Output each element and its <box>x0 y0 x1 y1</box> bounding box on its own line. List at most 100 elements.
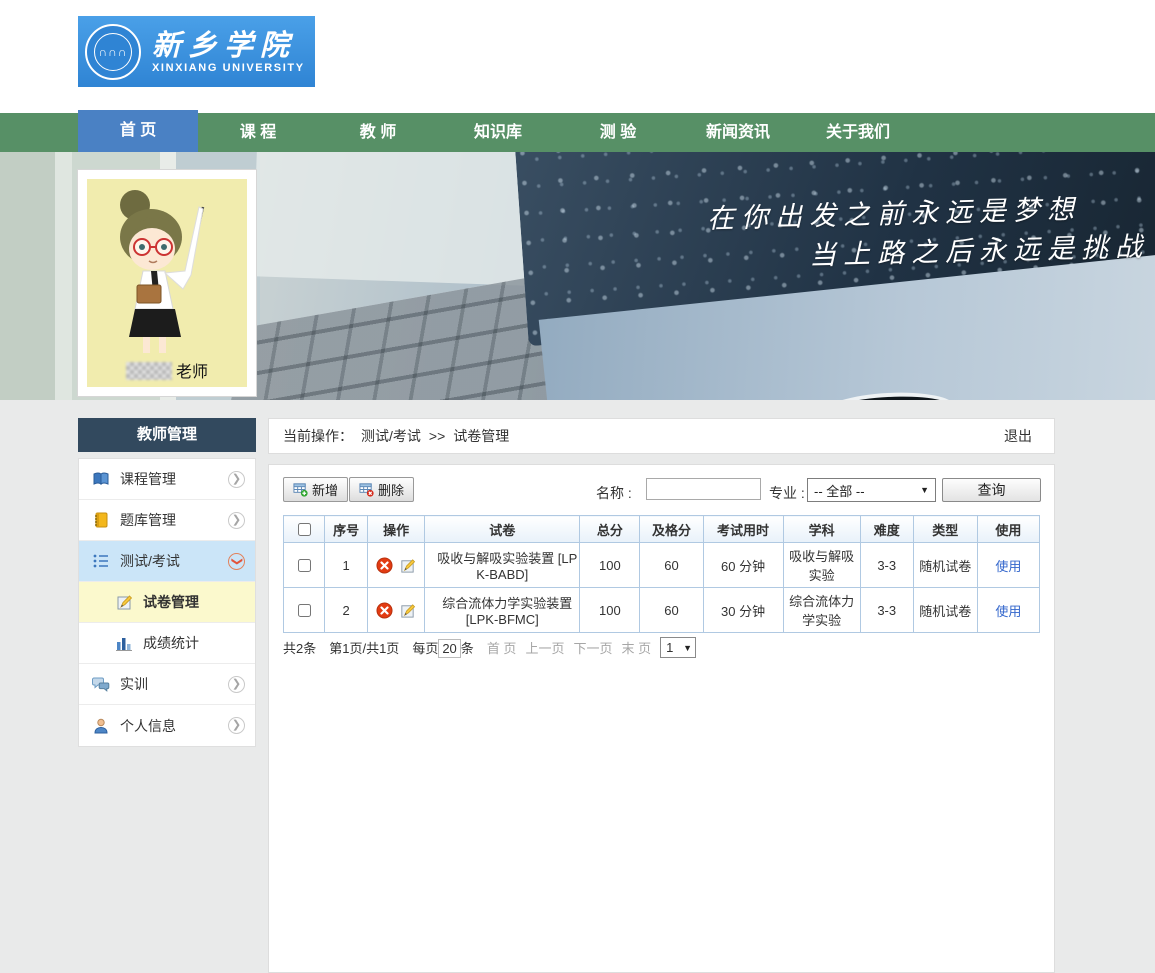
delete-row-icon[interactable] <box>376 602 393 619</box>
list-icon <box>92 552 110 570</box>
major-select[interactable]: -- 全部 -- ▼ <box>807 478 936 502</box>
page: ∩∩∩ 新乡学院 XINXIANG UNIVERSITY 课 程 教 师 知识库… <box>0 0 1155 973</box>
cell-duration: 30 分钟 <box>703 588 783 633</box>
row-checkbox[interactable] <box>298 604 311 617</box>
sidebar-item-paper-mgmt[interactable]: 试卷管理 <box>79 582 255 623</box>
table-row: 1 吸收与解吸实验装置 [LPK-BABD] 100 60 60 分钟 吸收与解… <box>284 543 1040 588</box>
use-link[interactable]: 使用 <box>995 604 1021 619</box>
sidebar-item-course-mgmt[interactable]: 课程管理 ❯ <box>79 459 255 500</box>
col-difficulty: 难度 <box>860 516 913 543</box>
cell-seq: 1 <box>325 543 368 588</box>
pagination-prev[interactable]: 上一页 <box>525 638 564 657</box>
breadcrumb-current: 试卷管理 <box>453 426 509 446</box>
select-all-checkbox[interactable] <box>298 523 311 536</box>
logout-link[interactable]: 退出 <box>1004 426 1032 446</box>
logo-title-en: XINXIANG UNIVERSITY <box>152 62 305 74</box>
nav-item-news[interactable]: 新闻资讯 <box>678 113 798 152</box>
page-number-select[interactable]: 1 ▼ <box>660 637 696 658</box>
col-pass: 及格分 <box>640 516 703 543</box>
sidebar-item-label: 测试/考试 <box>120 551 180 571</box>
use-link[interactable]: 使用 <box>995 559 1021 574</box>
per-page-prefix: 每页 <box>412 641 438 656</box>
sidebar-item-training[interactable]: 实训 ❯ <box>79 664 255 705</box>
row-checkbox[interactable] <box>298 559 311 572</box>
add-table-icon <box>293 482 308 497</box>
delete-button-label: 删除 <box>378 480 404 499</box>
search-button[interactable]: 查询 <box>942 478 1041 502</box>
sidebar-item-label: 成绩统计 <box>143 633 199 653</box>
sidebar-item-question-bank[interactable]: 题库管理 ❯ <box>79 500 255 541</box>
col-use: 使用 <box>977 516 1039 543</box>
edit-row-icon[interactable] <box>399 557 416 574</box>
user-icon <box>92 717 110 735</box>
add-button-label: 新增 <box>312 480 338 499</box>
pagination-bar: 共2条 第1页/共1页 每页20条 首 页 上一页 下一页 末 页 1 ▼ <box>283 637 709 658</box>
sidebar-title: 教师管理 <box>78 418 256 452</box>
name-filter-input[interactable] <box>646 478 761 500</box>
nav-item-home[interactable]: 首 页 <box>78 110 198 152</box>
cell-subject: 综合流体力学实验 <box>783 588 860 633</box>
breadcrumb-label: 当前操作： <box>283 426 353 446</box>
cell-paper: 综合流体力学实验装置 [LPK-BFMC] <box>425 588 580 633</box>
per-page-suffix: 条 <box>461 641 474 656</box>
nav-item-course[interactable]: 课 程 <box>198 113 318 152</box>
edit-row-icon[interactable] <box>399 602 416 619</box>
table-row: 2 综合流体力学实验装置 [LPK-BFMC] 100 60 30 分钟 综合流… <box>284 588 1040 633</box>
cell-pass: 60 <box>640 543 703 588</box>
breadcrumb-section: 测试/考试 <box>361 426 421 446</box>
col-subject: 学科 <box>783 516 860 543</box>
teacher-cartoon-illustration <box>87 179 247 387</box>
delete-button[interactable]: 删除 <box>349 477 414 502</box>
sidebar-item-label: 个人信息 <box>120 716 176 736</box>
cell-total: 100 <box>580 588 640 633</box>
per-page-input[interactable]: 20 <box>438 639 460 658</box>
dropdown-arrow-icon: ▼ <box>683 643 692 653</box>
sidebar-item-label: 实训 <box>120 674 148 694</box>
cell-seq: 2 <box>325 588 368 633</box>
sidebar-item-personal-info[interactable]: 个人信息 ❯ <box>79 705 255 746</box>
cell-actions <box>368 543 425 588</box>
notebook-icon <box>92 511 110 529</box>
nav-item-teacher[interactable]: 教 师 <box>318 113 438 152</box>
col-type: 类型 <box>913 516 977 543</box>
cell-difficulty: 3-3 <box>860 588 913 633</box>
pagination-first[interactable]: 首 页 <box>487 638 517 657</box>
breadcrumb-bar: 当前操作： 测试/考试 >> 试卷管理 退出 <box>268 418 1055 454</box>
sidebar-item-test-exam[interactable]: 测试/考试 ❯ <box>79 541 255 582</box>
cell-difficulty: 3-3 <box>860 543 913 588</box>
cell-duration: 60 分钟 <box>703 543 783 588</box>
cell-type: 随机试卷 <box>913 588 977 633</box>
sidebar-item-label: 试卷管理 <box>143 592 199 612</box>
teacher-name: 老师 <box>78 358 256 382</box>
chevron-right-icon: ❯ <box>228 717 245 734</box>
breadcrumb-separator: >> <box>429 428 445 444</box>
cell-actions <box>368 588 425 633</box>
nav-item-knowledge[interactable]: 知识库 <box>438 113 558 152</box>
pagination-last[interactable]: 末 页 <box>621 638 651 657</box>
papers-table: 序号 操作 试卷 总分 及格分 考试用时 学科 难度 类型 使用 1 <box>283 515 1040 633</box>
pagination-next[interactable]: 下一页 <box>573 638 612 657</box>
logo-title-cn: 新乡学院 <box>152 30 305 60</box>
seal-glyphs: ∩∩∩ <box>94 33 132 71</box>
name-filter-label: 名称 : <box>596 483 632 503</box>
pagination-page-info: 第1页/共1页 <box>329 638 399 657</box>
chevron-right-icon: ❯ <box>228 512 245 529</box>
delete-row-icon[interactable] <box>376 557 393 574</box>
nav-item-test[interactable]: 测 验 <box>558 113 678 152</box>
add-button[interactable]: 新增 <box>283 477 348 502</box>
chevron-right-icon: ❯ <box>228 471 245 488</box>
cell-type: 随机试卷 <box>913 543 977 588</box>
sidebar-item-label: 题库管理 <box>120 510 176 530</box>
major-select-value: -- 全部 -- <box>814 481 865 500</box>
dropdown-arrow-icon: ▼ <box>920 485 929 495</box>
nav-item-about[interactable]: 关于我们 <box>798 113 918 152</box>
sidebar-menu: 课程管理 ❯ 题库管理 ❯ 测试/考试 ❯ 试卷管理 <box>78 458 256 747</box>
sidebar-item-score-stats[interactable]: 成绩统计 <box>79 623 255 664</box>
logo-text: 新乡学院 XINXIANG UNIVERSITY <box>152 30 305 74</box>
teacher-name-suffix: 老师 <box>176 364 208 381</box>
teacher-profile-card: 老师 <box>78 170 256 396</box>
page-number-value: 1 <box>666 640 673 655</box>
select-all-cell <box>284 516 325 543</box>
sidebar-item-label: 课程管理 <box>120 469 176 489</box>
chevron-right-icon: ❯ <box>228 676 245 693</box>
